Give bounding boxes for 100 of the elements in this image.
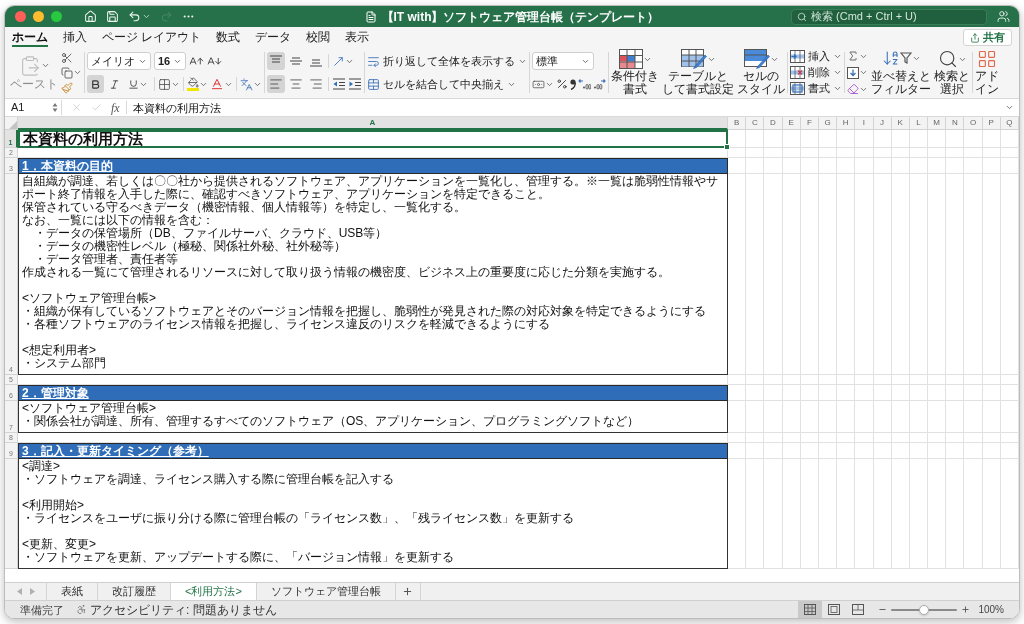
cell-text: なお、一覧には以下の情報を含む： <box>22 214 215 227</box>
formula-content[interactable]: 本資料の利用方法 <box>132 100 1005 115</box>
home-icon[interactable] <box>84 10 97 23</box>
borders-button[interactable] <box>158 77 180 91</box>
empty-cell <box>946 375 965 385</box>
fill-color-button[interactable] <box>187 77 208 91</box>
accessibility-icon[interactable] <box>76 604 87 615</box>
comma-icon[interactable] <box>570 78 576 90</box>
fill-button[interactable] <box>847 66 868 79</box>
caret-left-icon[interactable] <box>16 588 22 595</box>
fill-handle[interactable] <box>724 144 730 150</box>
ribbon-tab[interactable]: 校閲 <box>306 30 331 47</box>
window-close-button[interactable] <box>15 11 26 22</box>
edit-button[interactable]: 並べ替えと フィルター <box>871 49 931 96</box>
title-cell[interactable]: 本資料の利用方法 <box>18 130 728 148</box>
edit-button[interactable]: 検索と 選択 <box>934 49 970 96</box>
empty-cell <box>800 130 819 148</box>
empty-cell <box>746 375 765 385</box>
empty-cell <box>746 433 765 443</box>
style-button[interactable]: テーブルと して書式設定 <box>662 49 734 96</box>
zoom-level[interactable]: 100% <box>978 602 1004 617</box>
number-format-dropdown[interactable]: 標準 <box>532 52 594 70</box>
empty-cell <box>982 130 1001 148</box>
accessibility-status[interactable]: アクセシビリティ: 問題ありません <box>90 602 277 617</box>
zoom-in-icon[interactable] <box>961 605 971 614</box>
search-field[interactable]: 検索 (Cmd + Ctrl + U) <box>791 8 987 25</box>
empty-cell <box>1000 401 1019 433</box>
phonetic-button[interactable] <box>240 77 262 91</box>
people-icon[interactable] <box>997 10 1010 23</box>
decimal-increase-icon[interactable] <box>578 78 591 90</box>
cell-text: ・システム部門 <box>22 357 107 370</box>
empty-cell <box>891 401 910 433</box>
four-squares-icon <box>977 49 997 69</box>
cell-text: ・関係会社が調達、所有、管理するすべてのソフトウェア（OS、アプリケーション、プログラミングソフトなど） <box>22 415 641 428</box>
autosum-button[interactable] <box>847 50 868 62</box>
empty-cell <box>873 385 892 401</box>
clear-button[interactable] <box>847 83 868 95</box>
add-ins-button[interactable]: アド イン <box>975 49 999 96</box>
column-header[interactable]: A <box>18 117 728 130</box>
paintbrush-icon[interactable] <box>61 81 73 94</box>
bold-button[interactable] <box>87 75 104 93</box>
decimal-decrease-icon[interactable] <box>593 78 606 90</box>
cells-button[interactable]: 書式 <box>790 82 842 95</box>
empty-cell <box>746 443 765 459</box>
sheet-tab[interactable]: <利用方法> <box>171 583 257 600</box>
empty-cell <box>818 385 838 401</box>
style-button[interactable]: セルの スタイル <box>737 49 785 96</box>
expand-caret-icon[interactable] <box>1005 103 1014 112</box>
merge-center-button[interactable]: セルを結合して中央揃え <box>367 75 527 93</box>
caret-icon <box>73 68 82 77</box>
empty-cell <box>837 443 856 459</box>
undo-button[interactable] <box>128 10 151 23</box>
cells-button[interactable]: 削除 <box>790 66 842 79</box>
orientation-button[interactable] <box>332 54 354 68</box>
zoom-slider[interactable] <box>891 604 958 615</box>
font-color-button[interactable] <box>210 77 233 91</box>
zoom-thumb[interactable] <box>919 604 930 615</box>
underline-icon <box>128 78 139 90</box>
insert-function-button[interactable]: fx <box>111 100 120 115</box>
ribbon-tab[interactable]: 数式 <box>216 30 241 47</box>
window-minimize-button[interactable] <box>33 11 44 22</box>
window-zoom-button[interactable] <box>51 11 62 22</box>
ribbon-tab[interactable]: 表示 <box>345 30 370 47</box>
cells-button[interactable]: 挿入 <box>790 50 842 63</box>
indent-decrease-icon[interactable] <box>332 77 346 91</box>
copy-button[interactable] <box>61 66 82 79</box>
wrap-text-button[interactable]: 折り返して全体を表示する <box>367 52 527 70</box>
empty-cell <box>964 148 983 158</box>
empty-cell <box>946 130 965 148</box>
empty-cell <box>782 385 801 401</box>
section-heading: 2．管理対象 <box>22 386 89 400</box>
empty-cell <box>928 401 947 433</box>
add-sheet-icon[interactable] <box>402 586 414 597</box>
copy-icon <box>61 66 73 79</box>
empty-cell <box>728 401 747 433</box>
scissors-icon[interactable] <box>61 51 73 64</box>
horizontal-align-button[interactable] <box>267 75 285 93</box>
caret-right-icon[interactable] <box>29 588 35 595</box>
share-button[interactable]: 共有 <box>963 29 1012 46</box>
font-name-dropdown[interactable]: メイリオ <box>87 52 151 70</box>
vertical-align-button[interactable] <box>267 52 285 70</box>
status-text: 準備完了 <box>20 602 64 617</box>
style-button[interactable]: 条件付き 書式 <box>611 49 659 96</box>
paint-bucket-icon <box>187 77 199 91</box>
empty-cell <box>1000 433 1019 443</box>
empty-cell <box>855 385 874 401</box>
ribbon-tab[interactable]: データ <box>255 30 292 47</box>
indent-increase-icon[interactable] <box>348 77 362 91</box>
font-size-dropdown[interactable]: 16 <box>154 52 186 70</box>
empty-cell <box>855 130 874 148</box>
empty-cell <box>782 158 801 174</box>
empty-cell <box>782 401 801 433</box>
ribbon-tab[interactable]: ページ レイアウト <box>102 30 202 47</box>
empty-cell <box>1000 158 1019 174</box>
save-icon[interactable] <box>106 10 119 23</box>
ribbon-tab[interactable]: 挿入 <box>63 30 87 47</box>
view-button[interactable] <box>798 601 823 618</box>
name-box[interactable]: A1 <box>8 100 62 115</box>
empty-cell <box>764 375 783 385</box>
percent-icon[interactable] <box>556 78 568 90</box>
